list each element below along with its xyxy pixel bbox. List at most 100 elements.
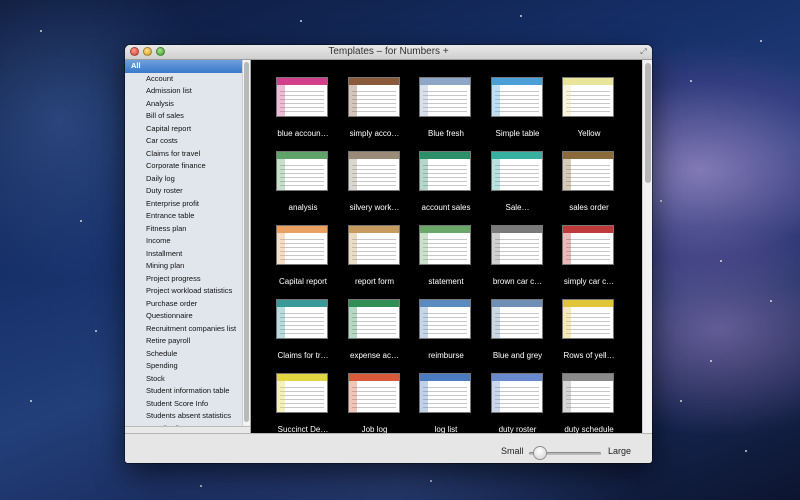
sidebar-item[interactable]: Project progress: [125, 273, 250, 286]
template-label: statement: [428, 277, 464, 286]
title-bar: Templates – for Numbers + ⤢: [125, 45, 652, 60]
template-tile[interactable]: Simple table: [482, 72, 554, 150]
template-label: report form: [354, 277, 395, 286]
sidebar-item[interactable]: Students absent statistics: [125, 410, 250, 423]
template-label: brown car c…: [492, 277, 543, 286]
template-thumbnail[interactable]: [491, 152, 542, 190]
template-thumbnail[interactable]: [348, 374, 399, 412]
template-label: Sale…: [505, 203, 530, 212]
template-label: Simple table: [495, 129, 540, 138]
template-thumbnail[interactable]: [563, 152, 613, 190]
sidebar-item[interactable]: Enterprise profit: [125, 198, 250, 211]
sidebar-item[interactable]: Corporate finance: [125, 160, 250, 173]
template-label: Yellow: [577, 129, 601, 138]
template-thumbnail[interactable]: [491, 226, 542, 264]
template-label: Rows of yell…: [563, 351, 615, 360]
template-tile[interactable]: Rows of yell…: [553, 294, 625, 372]
template-tile[interactable]: Claims for tr…: [267, 294, 339, 372]
template-tile[interactable]: expense ac…: [339, 294, 411, 372]
sidebar-item[interactable]: Analysis: [125, 98, 250, 111]
template-tile[interactable]: log list: [410, 368, 482, 433]
template-tile[interactable]: statement: [410, 220, 482, 298]
template-thumbnail[interactable]: [420, 78, 470, 116]
template-tile[interactable]: Blue and grey: [482, 294, 554, 372]
template-thumbnail[interactable]: [491, 78, 542, 116]
sidebar-item[interactable]: Project workload statistics: [125, 285, 250, 298]
template-tile[interactable]: blue accoun…: [267, 72, 339, 150]
sidebar-item[interactable]: Capital report: [125, 123, 250, 136]
template-thumbnail[interactable]: [420, 300, 470, 338]
template-thumbnail[interactable]: [277, 300, 327, 338]
sidebar-item[interactable]: Stock: [125, 373, 250, 386]
template-thumbnail[interactable]: [348, 78, 399, 116]
sidebar-item[interactable]: Mining plan: [125, 260, 250, 273]
template-thumbnail[interactable]: [420, 152, 470, 190]
template-label: sales order: [569, 203, 609, 212]
template-thumbnail[interactable]: [420, 226, 470, 264]
template-label: blue accoun…: [277, 129, 329, 138]
template-tile[interactable]: Blue fresh: [410, 72, 482, 150]
template-thumbnail[interactable]: [348, 300, 399, 338]
sidebar-item[interactable]: Daily log: [125, 173, 250, 186]
sidebar-item[interactable]: Claims for travel: [125, 148, 250, 161]
template-tile[interactable]: Job log: [339, 368, 411, 433]
sidebar-item[interactable]: Installment: [125, 248, 250, 261]
template-tile[interactable]: duty schedule: [553, 368, 625, 433]
sidebar-item[interactable]: Fitness plan: [125, 223, 250, 236]
template-thumbnail[interactable]: [277, 152, 327, 190]
template-thumbnail[interactable]: [348, 226, 399, 264]
template-thumbnail[interactable]: [420, 374, 470, 412]
template-tile[interactable]: reimburse: [410, 294, 482, 372]
template-tile[interactable]: sales order: [553, 146, 625, 224]
template-label: silvery work…: [349, 203, 400, 212]
template-thumbnail[interactable]: [348, 152, 399, 190]
template-tile[interactable]: report form: [339, 220, 411, 298]
sidebar-item[interactable]: Income: [125, 235, 250, 248]
size-slider-knob[interactable]: [533, 447, 546, 459]
sidebar-item[interactable]: Student Score Info: [125, 398, 250, 411]
template-tile[interactable]: Sale…: [482, 146, 554, 224]
grid-scrollbar[interactable]: [642, 60, 652, 433]
sidebar-item[interactable]: Student information table: [125, 385, 250, 398]
template-label: Claims for tr…: [277, 351, 329, 360]
fullscreen-icon[interactable]: ⤢: [639, 47, 648, 56]
template-tile[interactable]: account sales: [410, 146, 482, 224]
sidebar-item[interactable]: Entrance table: [125, 210, 250, 223]
template-thumbnail[interactable]: [277, 374, 327, 412]
template-thumbnail[interactable]: [563, 78, 613, 116]
template-tile[interactable]: silvery work…: [339, 146, 411, 224]
sidebar-item[interactable]: Bill of sales: [125, 110, 250, 123]
template-tile[interactable]: simply acco…: [339, 72, 411, 150]
sidebar-item[interactable]: Spending: [125, 360, 250, 373]
template-tile[interactable]: Succinct De…: [267, 368, 339, 433]
template-thumbnail[interactable]: [491, 300, 542, 338]
sidebar-scrollbar[interactable]: [242, 60, 250, 433]
sidebar-item[interactable]: Schedule: [125, 348, 250, 361]
sidebar-item[interactable]: Duty roster: [125, 185, 250, 198]
sidebar-item[interactable]: Recruitment companies list: [125, 323, 250, 336]
template-thumbnail[interactable]: [277, 226, 327, 264]
template-thumbnail[interactable]: [277, 78, 327, 116]
sidebar-item[interactable]: Purchase order: [125, 298, 250, 311]
template-tile[interactable]: Yellow: [553, 72, 625, 150]
template-thumbnail[interactable]: [563, 374, 613, 412]
template-label: Capital report: [278, 277, 328, 286]
footer-bar: Small Large: [125, 433, 652, 463]
sidebar-item-all[interactable]: All: [125, 60, 243, 73]
sidebar-item[interactable]: Questionnaire: [125, 310, 250, 323]
sidebar-item[interactable]: Retire payroll: [125, 335, 250, 348]
template-thumbnail[interactable]: [563, 300, 613, 338]
template-tile[interactable]: brown car c…: [482, 220, 554, 298]
template-tile[interactable]: Capital report: [267, 220, 339, 298]
template-tile[interactable]: simply car c…: [553, 220, 625, 298]
sidebar-item[interactable]: Account: [125, 73, 250, 86]
template-tile[interactable]: analysis: [267, 146, 339, 224]
template-label: account sales: [421, 203, 471, 212]
sidebar-item[interactable]: Car costs: [125, 135, 250, 148]
template-thumbnail[interactable]: [491, 374, 542, 412]
template-tile[interactable]: duty roster: [482, 368, 554, 433]
category-sidebar: All Account Admission list Analysis Bill of…: [125, 60, 251, 433]
size-small-label: Small: [501, 446, 524, 456]
template-thumbnail[interactable]: [563, 226, 613, 264]
sidebar-item[interactable]: Admission list: [125, 85, 250, 98]
